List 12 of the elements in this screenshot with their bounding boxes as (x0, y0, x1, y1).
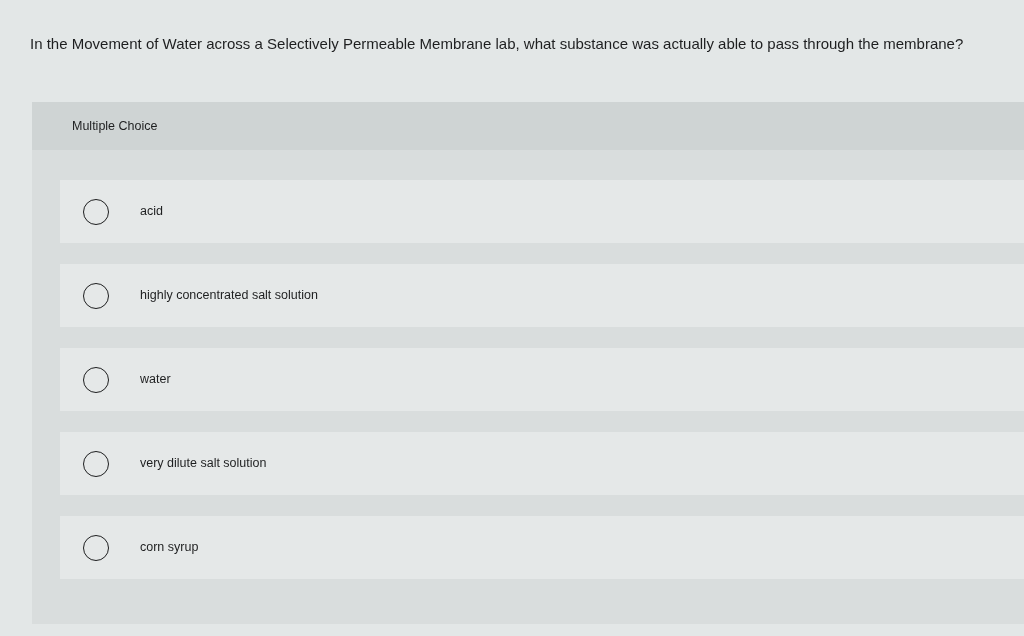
option-label: water (140, 371, 171, 389)
option-label: acid (140, 203, 163, 221)
option-label: very dilute salt solution (140, 455, 267, 473)
question-text: In the Movement of Water across a Selectively Permeable Membrane lab, what substance was actually able to pass through the membrane? (30, 34, 964, 54)
answer-option[interactable]: acid (60, 180, 1024, 243)
option-label: highly concentrated salt solution (140, 287, 318, 305)
answer-option[interactable]: very dilute salt solution (60, 432, 1024, 495)
answer-option[interactable]: corn syrup (60, 516, 1024, 579)
answer-option[interactable]: water (60, 348, 1024, 411)
answer-option[interactable]: highly concentrated salt solution (60, 264, 1024, 327)
question-type-label: Multiple Choice (72, 117, 158, 135)
option-label: corn syrup (140, 539, 199, 557)
